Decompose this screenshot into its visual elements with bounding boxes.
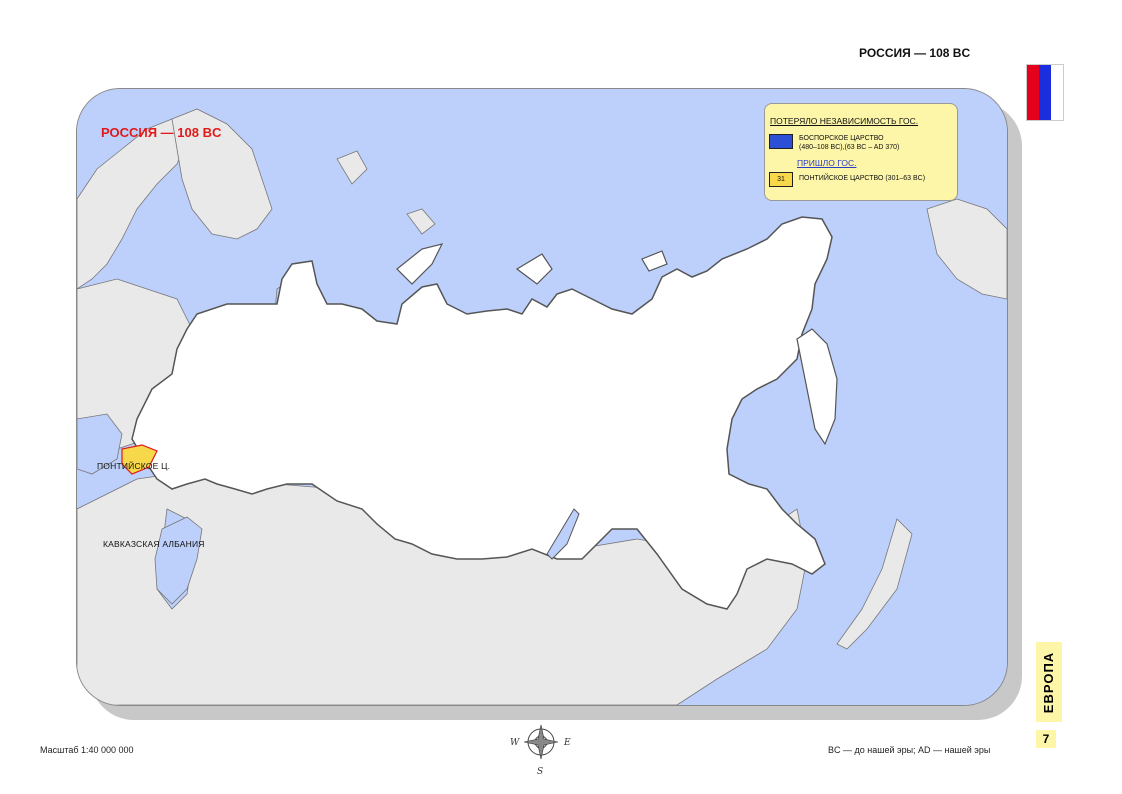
- legend-row-pontic: 31 ПОНТИЙСКОЕ ЦАРСТВО (301–63 BC): [769, 172, 925, 187]
- russia-flag-icon: [1026, 64, 1064, 121]
- label-caucasian-albania: КАВКАЗСКАЯ АЛБАНИЯ: [103, 539, 205, 549]
- section-tab-label: ЕВРОПА: [1041, 651, 1057, 713]
- legend-gained-heading: ПРИШЛО ГОС.: [797, 158, 857, 168]
- legend-row-text: БОСПОРСКОЕ ЦАРСТВО (480–108 BC),(63 BC –…: [799, 134, 899, 152]
- legend-row-bosporan: БОСПОРСКОЕ ЦАРСТВО (480–108 BC),(63 BC –…: [769, 134, 899, 152]
- legend-swatch-blue: [769, 134, 793, 149]
- flag-stripe-white: [1051, 65, 1063, 120]
- legend-item-name: ПОНТИЙСКОЕ ЦАРСТВО (301–63 BC): [799, 175, 926, 182]
- legend-row-text: ПОНТИЙСКОЕ ЦАРСТВО (301–63 BC): [799, 174, 925, 183]
- legend-lost-heading: ПОТЕРЯЛО НЕЗАВИСИМОСТЬ ГОС.: [770, 116, 919, 126]
- label-pontic: ПОНТИЙСКОЕ Ц.: [97, 461, 171, 471]
- legend-item-dates: (480–108 BC),(63 BC – AD 370): [799, 144, 900, 151]
- legend-item-name: БОСПОРСКОЕ ЦАРСТВО: [799, 135, 884, 142]
- page-number: 7: [1036, 730, 1056, 748]
- compass-star: [523, 724, 559, 760]
- compass-letter-e: E: [563, 738, 571, 748]
- compass-letter-s: S: [537, 767, 543, 777]
- flag-stripe-red: [1027, 65, 1039, 120]
- compass-letter-w: W: [510, 738, 520, 748]
- scale-label: Масштаб 1:40 000 000: [40, 745, 134, 755]
- section-tab[interactable]: ЕВРОПА: [1036, 642, 1062, 722]
- flag-stripe-blue: [1039, 65, 1051, 120]
- compass-rose-icon: W E S: [510, 724, 571, 777]
- legend-swatch-yellow: 31: [769, 172, 793, 187]
- map-frame[interactable]: РОССИЯ — 108 BC ПОТЕРЯЛО НЕЗАВИСИМОСТЬ Г…: [76, 88, 1008, 706]
- map-title: РОССИЯ — 108 BC: [101, 125, 222, 140]
- page-header-title: РОССИЯ — 108 BC: [859, 46, 971, 60]
- era-note: BC — до нашей эры; AD — нашей эры: [828, 745, 991, 755]
- legend-box: ПОТЕРЯЛО НЕЗАВИСИМОСТЬ ГОС. БОСПОРСКОЕ Ц…: [764, 103, 958, 201]
